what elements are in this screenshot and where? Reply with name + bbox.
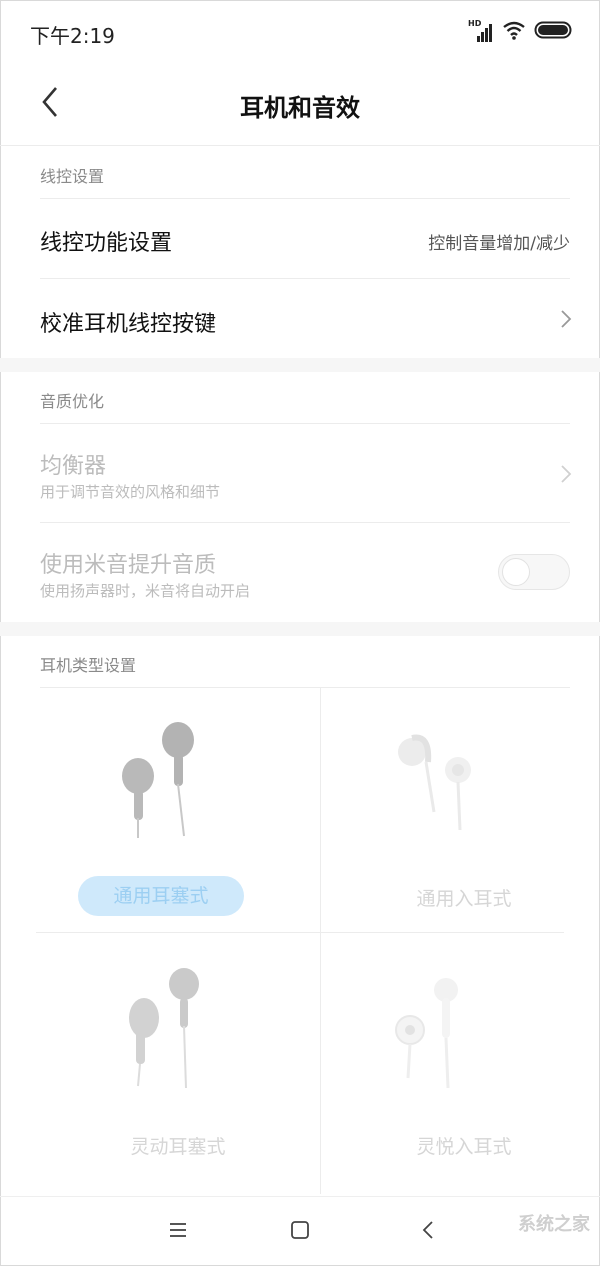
row-subtitle: 使用扬声器时，米音将自动开启 [40, 582, 251, 600]
section-label-wire-control: 线控设置 [40, 167, 105, 186]
section-gap [0, 622, 600, 636]
signal-icon: HD [468, 19, 494, 42]
status-icons: HD [468, 19, 574, 44]
menu-icon [168, 1221, 188, 1243]
row-title: 校准耳机线控按键 [40, 312, 217, 337]
row-wire-function-settings[interactable]: 线控功能设置 控制音量增加/减少 [0, 199, 600, 277]
navigation-bar [0, 1196, 600, 1266]
earbud-earphone-icon [118, 718, 208, 842]
home-button[interactable] [285, 1219, 315, 1245]
watermark: 系统之家 [518, 1214, 590, 1235]
earphone-option-label: 灵悦入耳式 [416, 1136, 512, 1158]
earphone-type-grid: 通用耳塞式 通用入耳式 灵动耳塞式 灵悦入耳式 [36, 688, 564, 1194]
battery-icon [534, 20, 574, 44]
earphone-option-1[interactable]: 通用耳塞式 [36, 688, 320, 934]
row-calibrate-wire-buttons[interactable]: 校准耳机线控按键 [0, 279, 600, 357]
row-equalizer[interactable]: 均衡器 用于调节音效的风格和细节 [0, 424, 600, 522]
chevron-right-icon [560, 464, 572, 488]
page-title: 耳机和音效 [240, 94, 360, 122]
section-label-sound-quality: 音质优化 [40, 392, 105, 411]
in-ear-earphone-icon [378, 732, 488, 836]
row-title: 使用米音提升音质 [40, 553, 217, 578]
earphone-option-label: 通用入耳式 [416, 888, 512, 910]
row-title: 线控功能设置 [40, 231, 173, 256]
earphone-option-label: 通用耳塞式 [113, 885, 209, 907]
status-time: 下午2:19 [30, 24, 115, 48]
menu-button[interactable] [163, 1219, 193, 1245]
row-subtitle: 用于调节音效的风格和细节 [40, 483, 221, 501]
earbud-earphone-icon [124, 968, 214, 1092]
header: 耳机和音效 [0, 62, 600, 146]
row-value: 控制音量增加/减少 [428, 234, 570, 254]
home-icon [290, 1220, 310, 1244]
section-gap [0, 358, 600, 372]
in-ear-earphone-icon [380, 978, 490, 1092]
back-nav-button[interactable] [413, 1219, 443, 1245]
back-icon [422, 1220, 434, 1244]
row-title: 均衡器 [40, 454, 107, 479]
earphone-option-selected-pill: 通用耳塞式 [78, 876, 244, 916]
earphone-option-4[interactable]: 灵悦入耳式 [322, 934, 600, 1180]
row-mi-sound[interactable]: 使用米音提升音质 使用扬声器时，米音将自动开启 [0, 523, 600, 621]
status-bar: 下午2:19 HD [0, 0, 600, 62]
mi-sound-toggle[interactable] [498, 554, 570, 590]
section-label-earphone-type: 耳机类型设置 [40, 656, 137, 675]
earphone-option-2[interactable]: 通用入耳式 [322, 688, 600, 934]
earphone-option-label: 灵动耳塞式 [130, 1136, 226, 1158]
chevron-right-icon [560, 309, 572, 333]
toggle-knob [502, 558, 530, 586]
earphone-option-3[interactable]: 灵动耳塞式 [36, 934, 320, 1180]
wifi-icon [502, 20, 526, 44]
